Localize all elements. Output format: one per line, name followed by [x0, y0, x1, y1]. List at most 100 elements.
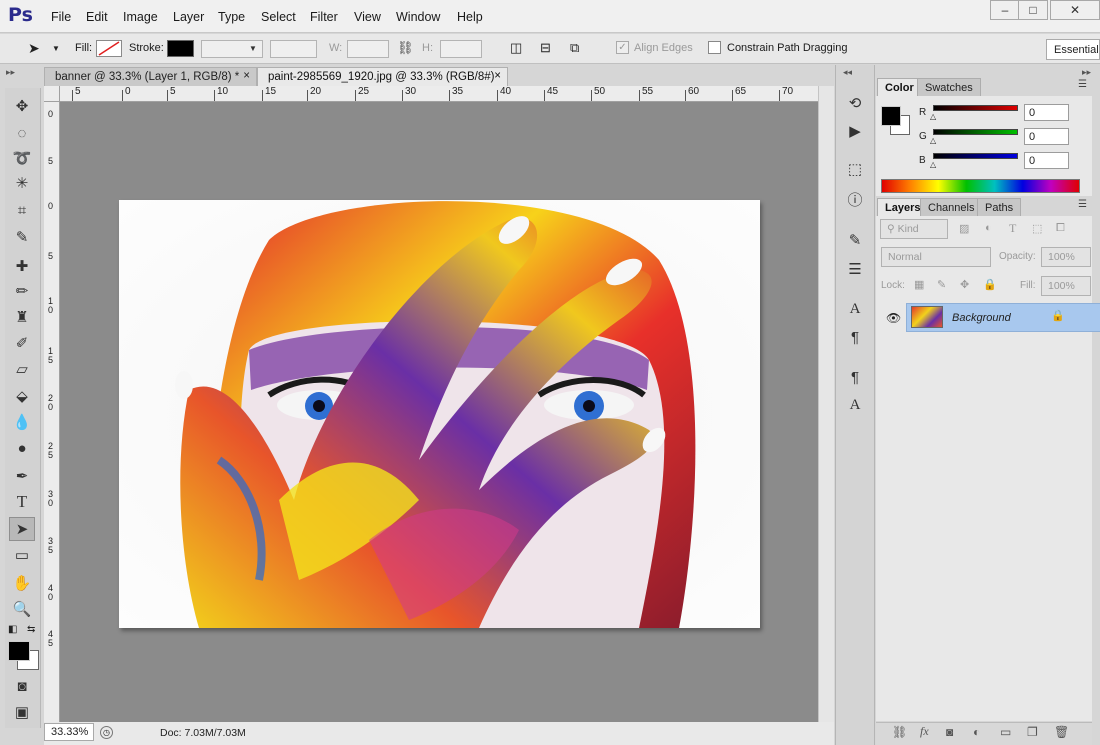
brush-tool-icon[interactable]: ✏	[9, 279, 35, 303]
crop-tool-icon[interactable]: ⌗	[9, 198, 35, 222]
tab-banner[interactable]: banner @ 33.3% (Layer 1, RGB/8) * ×	[44, 67, 257, 86]
character-styles-icon[interactable]: A	[843, 394, 867, 416]
rectangle-tool-icon[interactable]: ▭	[9, 543, 35, 567]
link-icon[interactable]: ⛓	[397, 40, 414, 56]
link-layers-icon[interactable]: ⛓	[892, 725, 907, 739]
eye-visibility-icon[interactable]: 👁	[886, 311, 901, 325]
panel-menu-icon[interactable]: ☰	[1078, 79, 1087, 90]
maximize-button[interactable]: □	[1018, 0, 1048, 20]
foreground-color-swatch[interactable]	[8, 641, 30, 661]
layer-filter-kind[interactable]: ⚲ Kind	[880, 219, 948, 239]
pen-tool-icon[interactable]: ✒	[9, 464, 35, 488]
stroke-type-field[interactable]	[270, 40, 317, 58]
height-field[interactable]	[440, 40, 482, 58]
lock-transparency-icon[interactable]: ▦	[914, 278, 924, 291]
eraser-tool-icon[interactable]: ▱	[9, 357, 35, 381]
slider-handle-icon[interactable]: △	[930, 160, 936, 169]
constrain-path-checkbox[interactable]	[708, 41, 721, 54]
color-fg-swatch[interactable]	[881, 106, 901, 126]
quick-mask-icon[interactable]: ◙	[9, 674, 35, 698]
type-tool-icon[interactable]: T	[9, 490, 35, 514]
menu-layer[interactable]: Layer	[173, 10, 204, 24]
lasso-tool-icon[interactable]: ➰	[9, 146, 35, 170]
collapse-arrows-icon[interactable]: ◂◂	[843, 67, 852, 78]
history-panel-icon[interactable]: ⟲	[843, 92, 867, 114]
marquee-tool-icon[interactable]: ◌	[9, 121, 35, 145]
blue-slider[interactable]	[933, 153, 1018, 159]
red-slider[interactable]	[933, 105, 1018, 111]
menu-image[interactable]: Image	[123, 10, 158, 24]
path-operations-icon[interactable]: ◫	[510, 40, 522, 56]
menu-type[interactable]: Type	[218, 10, 245, 24]
menu-view[interactable]: View	[354, 10, 381, 24]
blend-mode-select[interactable]: Normal	[881, 247, 991, 267]
vertical-scrollbar[interactable]	[818, 86, 834, 722]
zoom-tool-icon[interactable]: 🔍	[9, 597, 35, 621]
character-panel-icon[interactable]: A	[843, 298, 867, 320]
menu-filter[interactable]: Filter	[310, 10, 338, 24]
fill-field[interactable]: 100%	[1041, 276, 1091, 296]
path-arrangement-icon[interactable]: ⧉	[570, 40, 579, 56]
menu-file[interactable]: File	[51, 10, 71, 24]
workspace-switcher[interactable]: Essentials	[1046, 39, 1100, 60]
adjustment-layer-icon[interactable]: ◐	[973, 725, 980, 739]
shape-filter-icon[interactable]: ⬚	[1032, 222, 1042, 235]
brushes-panel-icon[interactable]: ✎	[843, 229, 867, 251]
fx-icon[interactable]: fx	[920, 724, 929, 739]
chevron-down-icon[interactable]: ▼	[52, 44, 60, 53]
width-field[interactable]	[347, 40, 389, 58]
zoom-level-field[interactable]: 33.33%	[44, 723, 94, 741]
chevron-down-icon[interactable]: ▼	[249, 44, 257, 53]
new-layer-icon[interactable]: ❐	[1027, 725, 1038, 739]
tab-swatches[interactable]: Swatches	[917, 78, 981, 96]
adjustment-filter-icon[interactable]: ◐	[985, 222, 992, 234]
image-filter-icon[interactable]: ▨	[959, 222, 969, 235]
stroke-swatch[interactable]	[167, 40, 194, 57]
trash-icon[interactable]: 🗑	[1054, 725, 1069, 739]
minimize-button[interactable]: ‒	[990, 0, 1020, 20]
collapse-arrows-icon[interactable]: ▸▸	[6, 67, 15, 78]
tab-paint[interactable]: paint-2985569_1920.jpg @ 33.3% (RGB/8#) …	[257, 67, 508, 86]
swap-colors-icon[interactable]: ⇆	[27, 624, 35, 635]
smart-object-filter-icon[interactable]: ⧠	[1056, 222, 1065, 235]
path-alignment-icon[interactable]: ⊟	[540, 40, 551, 56]
paragraph-panel-icon[interactable]: ¶	[843, 326, 867, 348]
menu-edit[interactable]: Edit	[86, 10, 108, 24]
paint-bucket-tool-icon[interactable]: ⬙	[9, 384, 35, 408]
path-selection-tool-icon[interactable]: ➤	[28, 40, 40, 57]
new-group-icon[interactable]: ▭	[1000, 725, 1011, 739]
close-window-button[interactable]: ✕	[1050, 0, 1100, 20]
align-edges-checkbox[interactable]: ✓	[616, 41, 629, 54]
color-spectrum-bar[interactable]	[881, 179, 1080, 193]
healing-brush-tool-icon[interactable]: ✚	[9, 254, 35, 278]
tab-paths[interactable]: Paths	[977, 198, 1022, 216]
green-value-field[interactable]: 0	[1024, 128, 1069, 145]
collapse-arrows-icon[interactable]: ▸▸	[1082, 67, 1091, 78]
adjustments-panel-icon[interactable]: ☰	[843, 258, 867, 280]
fill-swatch[interactable]	[96, 40, 122, 57]
clone-stamp-tool-icon[interactable]: ♜	[9, 305, 35, 329]
layer-name[interactable]: Background	[952, 312, 1011, 324]
tab-channels[interactable]: Channels	[920, 198, 983, 216]
history-brush-tool-icon[interactable]: ✐	[9, 331, 35, 355]
lock-all-icon[interactable]: 🔒	[983, 278, 997, 291]
blue-value-field[interactable]: 0	[1024, 152, 1069, 169]
type-filter-icon[interactable]: T	[1009, 221, 1016, 236]
paragraph-styles-icon[interactable]: ¶	[843, 366, 867, 388]
document-image[interactable]	[119, 200, 760, 628]
default-colors-icon[interactable]: ◧	[8, 624, 17, 635]
lock-position-icon[interactable]: ✥	[960, 278, 969, 291]
menu-window[interactable]: Window	[396, 10, 440, 24]
slider-handle-icon[interactable]: △	[930, 136, 936, 145]
dodge-tool-icon[interactable]: ●	[9, 436, 35, 460]
3d-panel-icon[interactable]: ⬚	[843, 158, 867, 180]
panel-menu-icon[interactable]: ☰	[1078, 199, 1087, 210]
move-tool-icon[interactable]: ✥	[9, 94, 35, 118]
opacity-field[interactable]: 100%	[1041, 247, 1091, 267]
path-selection-tool-icon[interactable]: ➤	[9, 517, 35, 541]
green-slider[interactable]	[933, 129, 1018, 135]
add-mask-icon[interactable]: ◙	[946, 725, 953, 739]
close-tab-icon[interactable]: ×	[494, 70, 501, 82]
tab-color[interactable]: Color	[877, 78, 922, 96]
slider-handle-icon[interactable]: △	[930, 112, 936, 121]
